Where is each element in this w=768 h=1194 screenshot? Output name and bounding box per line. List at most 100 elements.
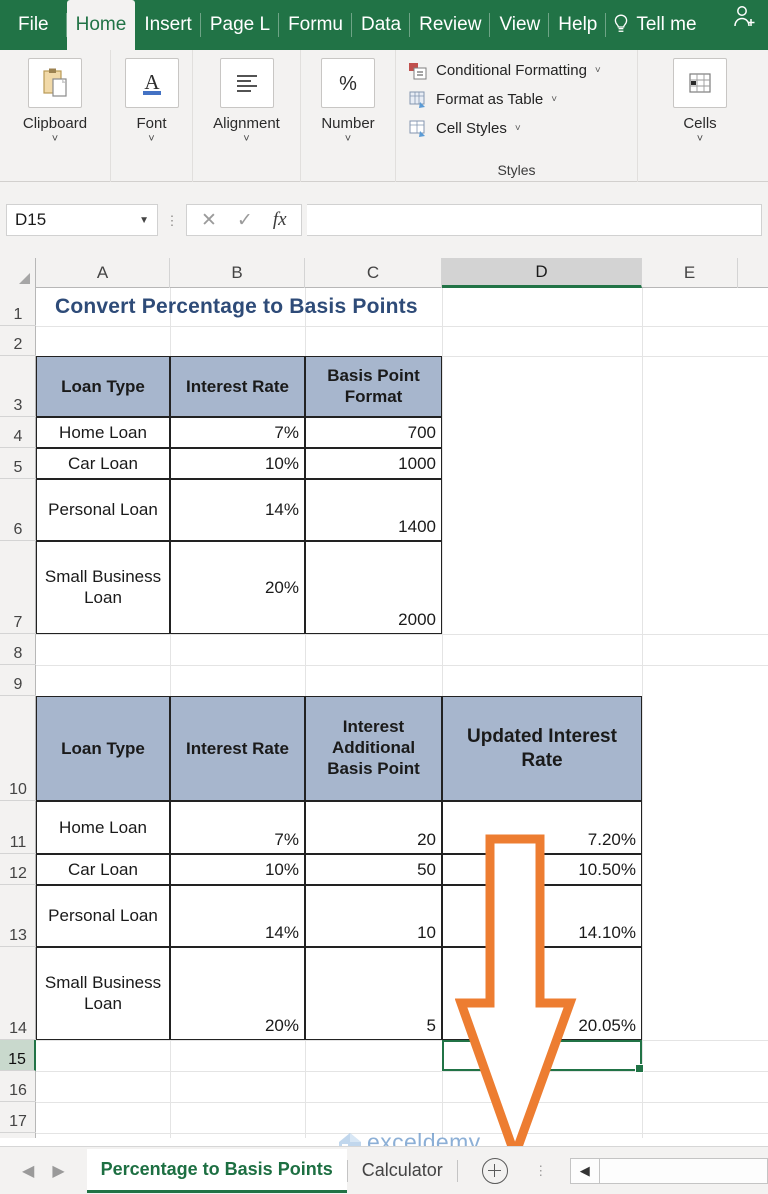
alignment-expand-caret[interactable]: ˅ [243,134,249,145]
ribbon-tab-review[interactable]: Review [410,0,491,50]
horizontal-scroll-left-button[interactable]: ◀ [569,1157,600,1184]
cells-expand-caret[interactable]: ˅ [697,134,703,145]
cell-a6-loan-type[interactable]: Personal Loan [36,479,170,541]
cell-styles-item[interactable]: Cell Styles ˅ [408,114,521,143]
row-header-2[interactable]: 2 [0,326,36,356]
ribbon-tab-page-layout[interactable]: Page L [201,0,280,50]
cell-a12-loan-type[interactable]: Car Loan [36,854,170,885]
number-expand-caret[interactable]: ˅ [345,134,351,145]
cell-a11-loan-type[interactable]: Home Loan [36,801,170,854]
ribbon-tab-data[interactable]: Data [352,0,411,50]
ribbon-tab-view[interactable]: View [490,0,550,50]
cell-c7-basis-points[interactable]: 2000 [305,541,442,634]
row-header-1[interactable]: 1 [0,288,36,326]
insert-function-icon[interactable]: fx [273,209,287,231]
row-header-4[interactable]: 4 [0,417,36,448]
row-header-14[interactable]: 14 [0,947,36,1040]
cell-a1-title[interactable]: Convert Percentage to Basis Points [50,288,470,326]
cell-a14-loan-type[interactable]: Small Business Loan [36,947,170,1040]
cells-area[interactable]: Convert Percentage to Basis Points Loan … [36,288,768,1138]
clipboard-expand-caret[interactable]: ˅ [52,134,58,145]
cell-a5-loan-type[interactable]: Car Loan [36,448,170,479]
cell-c11-additional-bp[interactable]: 20 [305,801,442,854]
conditional-formatting-caret[interactable]: ˅ [595,65,601,76]
ribbon-group-clipboard[interactable]: Clipboard ˅ [0,50,110,182]
row-header-16[interactable]: 16 [0,1071,36,1102]
alignment-button[interactable] [219,58,274,108]
number-button[interactable]: % [321,58,375,108]
cell-c10-additional-basis-point[interactable]: Interest Additional Basis Point [305,696,442,801]
cell-d13-updated-rate[interactable]: 14.10% [442,885,642,947]
formula-input[interactable] [306,204,762,236]
sheet-overflow-dots-icon[interactable]: ⋮ [534,1164,548,1177]
row-header-11[interactable]: 11 [0,801,36,854]
column-header-d[interactable]: D [442,258,642,288]
cell-b3-interest-rate[interactable]: Interest Rate [170,356,305,417]
name-box-chevron-down-icon[interactable]: ▼ [139,215,149,226]
row-header-8[interactable]: 8 [0,634,36,665]
cell-a10-loan-type[interactable]: Loan Type [36,696,170,801]
cells-button[interactable] [673,58,727,108]
cell-b14-interest-rate[interactable]: 20% [170,947,305,1040]
chevron-right-icon[interactable]: ▶ [52,1161,64,1181]
row-header-3[interactable]: 3 [0,356,36,417]
row-header-12[interactable]: 12 [0,854,36,885]
selected-cell-d15[interactable] [442,1040,644,1073]
row-header-15[interactable]: 15 [0,1040,36,1071]
ribbon-tab-help[interactable]: Help [549,0,607,50]
cell-a4-loan-type[interactable]: Home Loan [36,417,170,448]
font-button[interactable]: A [124,58,179,108]
column-header-a[interactable]: A [36,258,170,288]
sheet-tab-percentage-to-basis-points[interactable]: Percentage to Basis Points [86,1148,347,1193]
ribbon-group-font[interactable]: A Font ˅ [110,50,192,182]
cell-d11-updated-rate[interactable]: 7.20% [442,801,642,854]
select-all-corner[interactable] [0,258,36,288]
check-icon[interactable]: ✓ [237,209,253,232]
cell-a3-loan-type[interactable]: Loan Type [36,356,170,417]
share-button[interactable] [721,0,768,50]
ribbon-tab-file[interactable]: File [0,0,67,50]
cell-a13-loan-type[interactable]: Personal Loan [36,885,170,947]
row-header-10[interactable]: 10 [0,696,36,801]
clipboard-button[interactable] [28,58,82,108]
row-header-17[interactable]: 17 [0,1102,36,1133]
cell-d14-updated-rate[interactable]: 20.05% [442,947,642,1040]
cell-b12-interest-rate[interactable]: 10% [170,854,305,885]
cell-d12-updated-rate[interactable]: 10.50% [442,854,642,885]
add-sheet-button[interactable] [481,1157,508,1184]
conditional-formatting-item[interactable]: Conditional Formatting ˅ [408,56,601,85]
sheet-tab-calculator[interactable]: Calculator [348,1149,457,1193]
chevron-left-icon[interactable]: ◀ [22,1161,34,1181]
column-header-c[interactable]: C [305,258,442,288]
cell-b7-interest-rate[interactable]: 20% [170,541,305,634]
font-expand-caret[interactable]: ˅ [148,134,154,145]
cell-b13-interest-rate[interactable]: 14% [170,885,305,947]
cell-c6-basis-points[interactable]: 1400 [305,479,442,541]
ribbon-tab-formulas[interactable]: Formu [279,0,352,50]
row-header-5[interactable]: 5 [0,448,36,479]
cell-b6-interest-rate[interactable]: 14% [170,479,305,541]
cell-c14-additional-bp[interactable]: 5 [305,947,442,1040]
ribbon-group-number[interactable]: % Number ˅ [300,50,395,182]
cell-b4-interest-rate[interactable]: 7% [170,417,305,448]
row-header-7[interactable]: 7 [0,541,36,634]
row-header-13[interactable]: 13 [0,885,36,947]
cell-c3-basis-point-format[interactable]: Basis Point Format [305,356,442,417]
cell-a7-loan-type[interactable]: Small Business Loan [36,541,170,634]
column-header-e[interactable]: E [642,258,738,288]
horizontal-scrollbar[interactable] [599,1157,768,1184]
cell-b11-interest-rate[interactable]: 7% [170,801,305,854]
cell-b5-interest-rate[interactable]: 10% [170,448,305,479]
tell-me-search[interactable]: Tell me [606,0,705,50]
cell-c4-basis-points[interactable]: 700 [305,417,442,448]
cell-c13-additional-bp[interactable]: 10 [305,885,442,947]
cell-styles-caret[interactable]: ˅ [515,123,521,134]
format-as-table-caret[interactable]: ˅ [551,94,557,105]
row-header-9[interactable]: 9 [0,665,36,696]
row-header-6[interactable]: 6 [0,479,36,541]
cell-c5-basis-points[interactable]: 1000 [305,448,442,479]
cancel-icon[interactable]: ✕ [201,209,217,232]
ribbon-group-cells[interactable]: Cells ˅ [637,50,762,182]
cell-d10-updated-interest-rate[interactable]: Updated Interest Rate [442,696,642,801]
ribbon-tab-home[interactable]: Home [66,0,136,50]
